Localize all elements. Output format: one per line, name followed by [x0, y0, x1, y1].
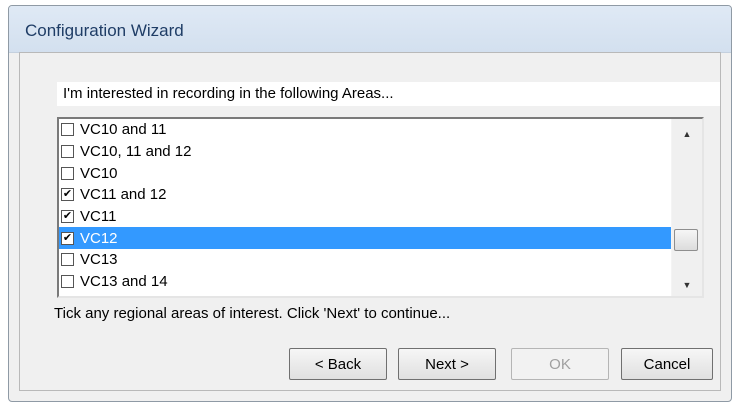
list-item[interactable]: VC10 and 11: [59, 119, 702, 141]
area-checkbox[interactable]: [61, 166, 74, 180]
list-item[interactable]: ✔ VC11: [59, 206, 702, 228]
area-label: VC12: [78, 229, 120, 247]
area-label: VC10 and 11: [80, 121, 167, 139]
back-button[interactable]: < Back: [289, 348, 387, 380]
area-label: VC13 and 14: [80, 273, 168, 291]
check-icon: ✔: [62, 188, 73, 201]
area-label: VC11 and 12: [80, 186, 167, 204]
list-item-selected[interactable]: ✔ VC12: [59, 227, 702, 250]
area-checkbox[interactable]: ✔: [61, 188, 74, 202]
area-checkbox[interactable]: [61, 275, 74, 289]
list-item[interactable]: VC10: [59, 162, 702, 184]
list-item[interactable]: VC13: [59, 249, 702, 271]
areas-list: VC10 and 11 VC10, 11 and 12 VC10 ✔ VC11 …: [59, 119, 702, 293]
area-checkbox[interactable]: ✔: [61, 210, 74, 224]
instruction-text: Tick any regional areas of interest. Cli…: [54, 305, 451, 322]
list-item[interactable]: VC10, 11 and 12: [59, 141, 702, 163]
area-checkbox[interactable]: [61, 145, 74, 159]
check-icon: ✔: [62, 231, 73, 244]
area-checkbox[interactable]: [61, 123, 74, 137]
list-item[interactable]: ✔ VC11 and 12: [59, 184, 702, 206]
next-button[interactable]: Next >: [398, 348, 496, 380]
check-icon: ✔: [62, 210, 73, 223]
areas-checklist[interactable]: VC10 and 11 VC10, 11 and 12 VC10 ✔ VC11 …: [57, 117, 704, 298]
area-label: VC10: [80, 164, 118, 182]
area-label: VC10, 11 and 12: [80, 143, 192, 161]
configuration-wizard-window: Configuration Wizard I'm interested in r…: [8, 5, 732, 402]
areas-prompt: I'm interested in recording in the follo…: [57, 82, 720, 106]
scroll-thumb[interactable]: [674, 229, 698, 251]
wizard-panel: I'm interested in recording in the follo…: [19, 52, 721, 391]
window-title: Configuration Wizard: [25, 21, 184, 40]
cancel-button[interactable]: Cancel: [621, 348, 713, 380]
list-item[interactable]: VC13 and 14: [59, 271, 702, 293]
scroll-down-arrow-icon[interactable]: ▼: [672, 274, 702, 296]
title-bar[interactable]: Configuration Wizard: [9, 6, 731, 53]
vertical-scrollbar[interactable]: ▲ ▼: [671, 119, 702, 296]
scroll-up-arrow-icon[interactable]: ▲: [672, 123, 702, 145]
area-label: VC11: [80, 208, 117, 226]
area-label: VC13: [80, 251, 118, 269]
area-checkbox[interactable]: [61, 253, 74, 267]
area-checkbox[interactable]: ✔: [61, 231, 74, 245]
ok-button[interactable]: OK: [511, 348, 609, 380]
